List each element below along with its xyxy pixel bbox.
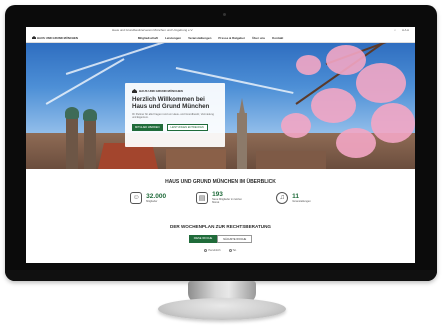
- blossom-cluster: [311, 88, 356, 123]
- site-logo[interactable]: HAUS UND GRUND MÜNCHEN: [32, 36, 78, 40]
- nav-item-presse[interactable]: Presse & Ratgeber: [218, 36, 245, 40]
- hero-headline-line1: Herzlich Willkommen bei: [132, 96, 205, 103]
- onion-dome: [65, 107, 79, 119]
- overview-title: HAUS UND GRUND MÜNCHEN IM ÜBERBLICK: [165, 179, 276, 185]
- discover-services-button[interactable]: LEISTUNGEN ENTDECKEN: [166, 124, 208, 132]
- nav-item-kontakt[interactable]: Kontakt: [272, 36, 283, 40]
- stat-value: 193: [212, 191, 223, 198]
- sky-contrail: [45, 58, 125, 105]
- hero-headline-line2: Haus und Grund München: [132, 103, 210, 110]
- town-hall-tower: [237, 113, 247, 169]
- hero-headline: Herzlich Willkommen bei Haus und Grund M…: [132, 96, 218, 110]
- building-roof: [256, 151, 326, 169]
- weekly-plan-title: DER WOCHENPLAN ZUR RECHTSBERATUNG: [170, 224, 271, 229]
- monitor-chin: [5, 270, 437, 281]
- tab-next-week[interactable]: NÄCHSTE WOCHE: [217, 235, 253, 243]
- frauenkirche-tower: [84, 117, 96, 169]
- legend-phone: Tel.: [228, 249, 237, 253]
- stat-value: 32.000: [146, 192, 167, 200]
- legend-in-person: Persönlich: [204, 249, 221, 253]
- house-logo-icon: [32, 36, 36, 39]
- card-logo: HAUS UND GRUND MÜNCHEN: [132, 89, 218, 93]
- become-member-button[interactable]: MITGLIED WERDEN: [132, 124, 163, 132]
- legend-label: Persönlich: [208, 249, 221, 253]
- stat-label: Neue Mitglieder im letzten Monat: [212, 198, 243, 204]
- main-navigation: HAUS UND GRUND MÜNCHEN Mitgliedschaft Le…: [26, 33, 415, 43]
- frauenkirche-tower: [66, 115, 78, 169]
- top-notice: Haus und Grundbesitzerverein München und…: [112, 28, 194, 32]
- monitor-stand-base: [158, 298, 286, 320]
- monitor-scene: Haus und Grundbesitzerverein München und…: [0, 0, 444, 325]
- circle-icon: [204, 249, 208, 252]
- house-logo-icon: [132, 89, 137, 93]
- nav-menu: Mitgliedschaft Leistungen Veranstaltunge…: [138, 36, 283, 40]
- nav-item-mitgliedschaft[interactable]: Mitgliedschaft: [138, 36, 158, 40]
- nav-item-leistungen[interactable]: Leistungen: [165, 36, 181, 40]
- week-tabs: DIESE WOCHE NÄCHSTE WOCHE: [26, 235, 415, 243]
- consultation-legend: Persönlich Tel.: [26, 249, 415, 252]
- stat-members: ☺ 32.000 Mitglieder: [130, 191, 166, 204]
- card-brand: HAUS UND GRUND MÜNCHEN: [139, 89, 183, 93]
- nav-item-veranstaltungen[interactable]: Veranstaltungen: [188, 36, 211, 40]
- blossom-cluster: [296, 55, 321, 75]
- brand-name: HAUS UND GRUND MÜNCHEN: [37, 35, 78, 40]
- sky-contrail: [65, 43, 171, 75]
- blossom-cluster: [371, 103, 415, 143]
- stat-label: Veranstaltungen: [292, 199, 311, 203]
- stat-value: 11: [292, 192, 299, 200]
- hero-banner: HAUS UND GRUND MÜNCHEN Herzlich Willkomm…: [26, 43, 415, 169]
- hero-buttons: MITGLIED WERDEN LEISTUNGEN ENTDECKEN: [132, 124, 218, 132]
- blossom-cluster: [336, 128, 376, 158]
- stat-events: ♫ 11 Veranstaltungen: [276, 191, 311, 204]
- camera-icon: [223, 13, 226, 16]
- welcome-card: HAUS UND GRUND MÜNCHEN Herzlich Willkomm…: [125, 83, 225, 147]
- people-icon: ☺: [130, 191, 143, 204]
- nav-item-ueber-uns[interactable]: Über uns: [252, 36, 265, 40]
- search-icon[interactable]: ⌕: [394, 28, 396, 32]
- stat-label: Mitglieder: [146, 199, 158, 203]
- bell-icon: ♫: [276, 191, 289, 204]
- website-screen: Haus und Grundbesitzerverein München und…: [26, 27, 415, 263]
- blossom-cluster: [356, 63, 406, 103]
- onion-dome: [83, 109, 97, 121]
- hero-subtext: Ihr Partner für alle Fragen rund um Haus…: [132, 113, 214, 120]
- legend-label: Tel.: [232, 249, 237, 253]
- top-tools: ⌕ A A A: [394, 28, 409, 32]
- tab-this-week[interactable]: DIESE WOCHE: [188, 235, 218, 243]
- stat-new-members: ▤ 193 Neue Mitglieder im letzten Monat: [196, 191, 246, 204]
- font-size-switch[interactable]: A A A: [402, 28, 409, 32]
- town-hall-spire: [239, 98, 245, 114]
- circle-icon: [228, 249, 232, 252]
- document-icon: ▤: [196, 191, 209, 204]
- stats-row: ☺ 32.000 Mitglieder ▤ 193 Neue Mitgliede…: [26, 191, 415, 204]
- building-roof: [166, 149, 226, 169]
- blossom-cluster: [281, 113, 311, 138]
